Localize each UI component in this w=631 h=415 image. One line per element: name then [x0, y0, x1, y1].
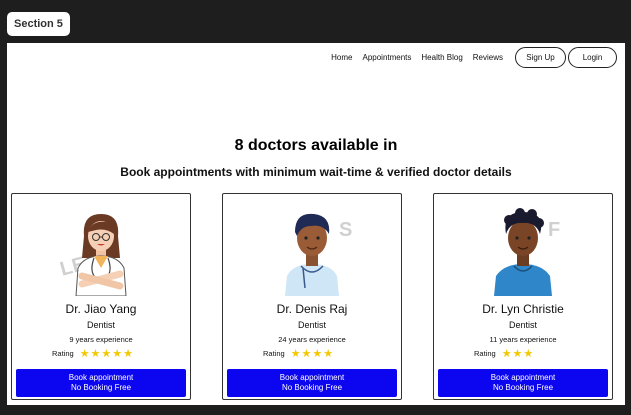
doctor-card: F Dr. Lyn Christie Dentist 11 years expe…: [433, 193, 613, 400]
doctor-card: S Dr. Denis Raj Dentist 24 years experie…: [222, 193, 402, 400]
doctor-name: Dr. Jiao Yang: [65, 302, 137, 316]
doctor-rating: Rating ★★★★★: [52, 347, 134, 360]
top-nav: Home Appointments Health Blog Reviews Si…: [331, 47, 617, 68]
book-appointment-button[interactable]: Book appointment No Booking Free: [16, 369, 186, 397]
sign-up-button[interactable]: Sign Up: [515, 47, 566, 68]
page-headline: 8 doctors available in: [234, 137, 398, 154]
nav-home-link[interactable]: Home: [331, 53, 352, 62]
star-rating-icons: ★★★★★: [79, 348, 134, 360]
rating-label: Rating: [474, 349, 496, 358]
booking-fee-label: No Booking Free: [70, 383, 132, 392]
doctor-avatar: F: [478, 206, 568, 296]
page-subheadline: Book appointments with minimum wait-time…: [120, 165, 512, 179]
book-appointment-label: Book appointment: [279, 373, 345, 382]
doctor-card: LE Dr. Jiao Yang Dentist 9 years experie…: [11, 193, 191, 400]
doctor-avatar: LE: [56, 206, 146, 297]
book-appointment-label: Book appointment: [68, 373, 134, 382]
doctor-specialty: Dentist: [508, 320, 537, 330]
doctor-name: Dr. Denis Raj: [276, 302, 348, 316]
nav-health-blog-link[interactable]: Health Blog: [421, 53, 462, 62]
booking-fee-label: No Booking Free: [492, 383, 554, 392]
doctor-experience: 9 years experience: [69, 335, 133, 344]
doctor-specialty: Dentist: [86, 320, 115, 330]
login-button[interactable]: Login: [568, 47, 617, 68]
doctor-rating: Rating ★★★: [474, 347, 534, 360]
doctor-avatar: S: [267, 206, 357, 296]
doctor-name: Dr. Lyn Christie: [482, 302, 564, 316]
doctor-specialty: Dentist: [297, 320, 326, 330]
book-appointment-button[interactable]: Book appointment No Booking Free: [227, 369, 397, 397]
watermark-text: S: [339, 219, 352, 241]
rating-label: Rating: [263, 349, 285, 358]
star-rating-icons: ★★★: [501, 348, 535, 360]
doctor-experience: 11 years experience: [489, 335, 557, 344]
doctor-experience: 24 years experience: [278, 335, 346, 344]
booking-fee-label: No Booking Free: [281, 383, 343, 392]
book-appointment-label: Book appointment: [490, 373, 556, 382]
doctor-rating: Rating ★★★★: [263, 347, 334, 360]
book-appointment-button[interactable]: Book appointment No Booking Free: [438, 369, 608, 397]
section-tag: Section 5: [7, 12, 70, 36]
rating-label: Rating: [52, 349, 74, 358]
star-rating-icons: ★★★★: [290, 348, 335, 360]
watermark-text: F: [548, 219, 560, 241]
page-frame: Home Appointments Health Blog Reviews Si…: [7, 43, 625, 405]
nav-reviews-link[interactable]: Reviews: [473, 53, 503, 62]
nav-appointments-link[interactable]: Appointments: [362, 53, 411, 62]
